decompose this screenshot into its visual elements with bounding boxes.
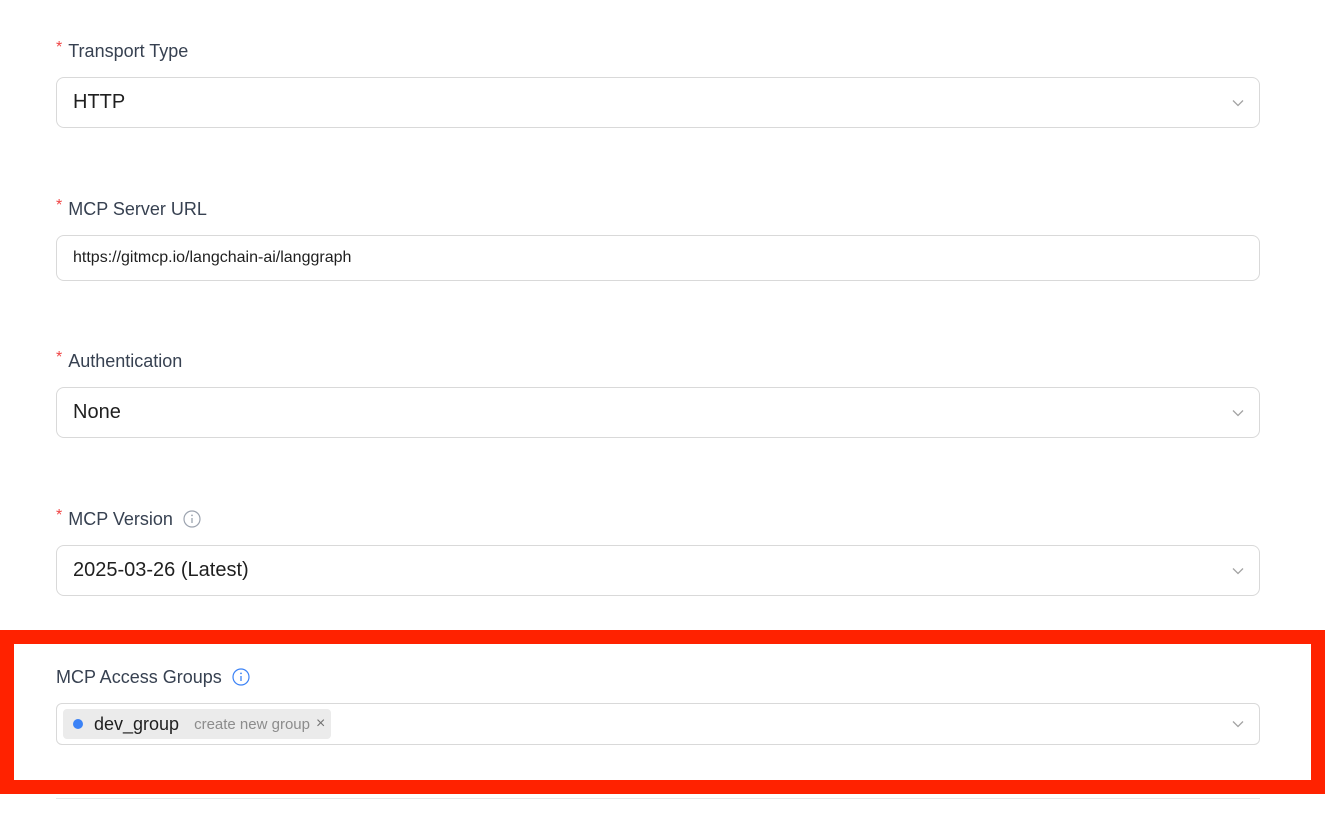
access-groups-select[interactable]: dev_group create new group × [56,703,1260,745]
transport-type-value: HTTP [73,91,126,113]
group-tag-hint: create new group [194,715,310,733]
transport-type-select[interactable]: HTTP [56,77,1260,128]
info-icon[interactable] [183,510,201,528]
divider [56,798,1260,799]
mcp-version-label-text: MCP Version [68,509,173,529]
authentication-value: None [73,401,121,423]
required-asterisk: * [56,349,63,366]
chevron-down-icon [1231,717,1245,731]
required-asterisk: * [56,39,63,56]
server-url-input[interactable]: https://gitmcp.io/langchain-ai/langgraph [56,235,1260,281]
transport-type-label-text: Transport Type [68,41,189,61]
group-tag-label: dev_group [94,713,180,734]
chevron-down-icon [1231,406,1245,420]
server-url-label: * MCP Server URL [56,197,207,220]
authentication-label: * Authentication [56,349,183,372]
transport-type-label: * Transport Type [56,39,189,62]
group-tag: dev_group create new group × [63,709,332,739]
required-asterisk: * [56,197,63,214]
info-icon[interactable] [232,668,250,686]
authentication-label-text: Authentication [68,351,183,371]
close-icon[interactable]: × [316,716,325,732]
chevron-down-icon [1231,96,1245,110]
server-url-label-text: MCP Server URL [68,199,207,219]
chevron-down-icon [1231,564,1245,578]
server-url-value: https://gitmcp.io/langchain-ai/langgraph [73,249,352,266]
access-groups-label-text: MCP Access Groups [56,667,222,687]
tag-dot [73,719,83,729]
access-groups-label: MCP Access Groups [56,666,250,688]
mcp-version-select[interactable]: 2025-03-26 (Latest) [56,545,1260,596]
authentication-select[interactable]: None [56,387,1260,438]
mcp-version-label: * MCP Version [56,507,201,530]
mcp-version-value: 2025-03-26 (Latest) [73,559,249,581]
required-asterisk: * [56,507,63,524]
